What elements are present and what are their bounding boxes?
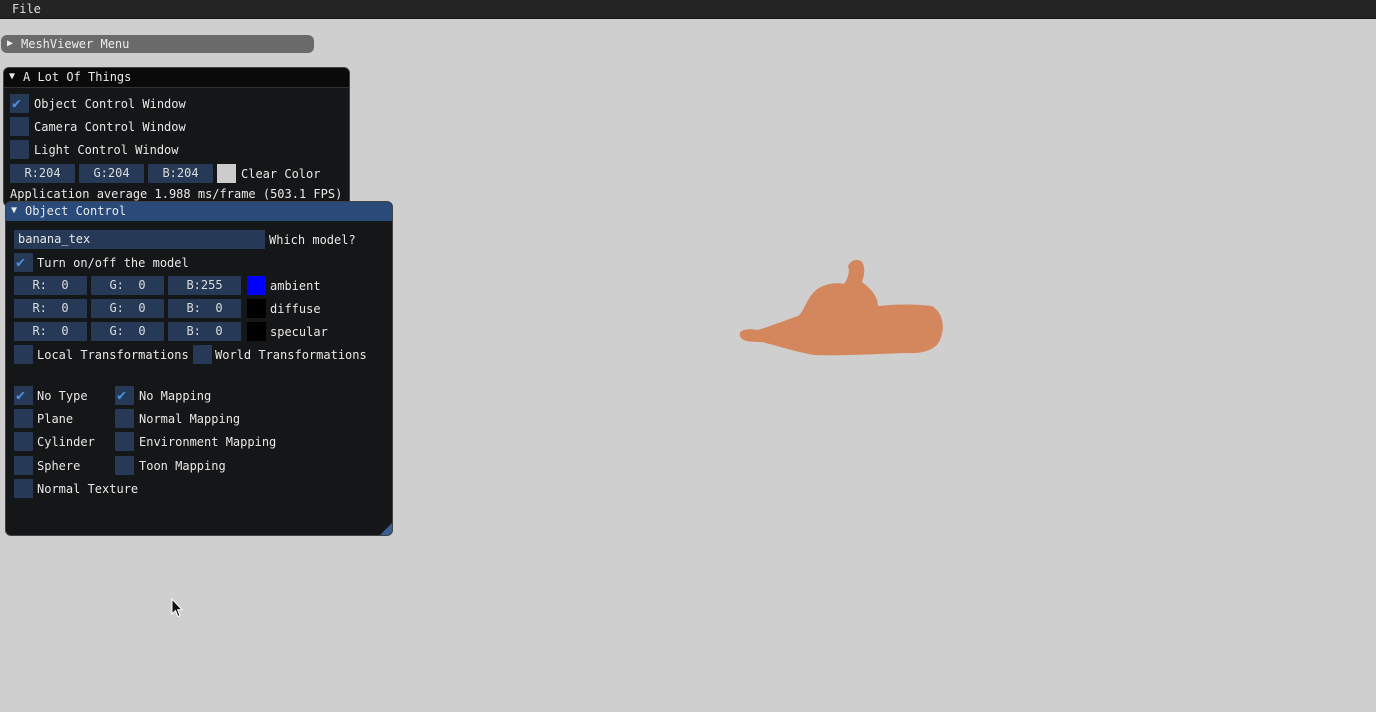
type-normal-texture-checkbox[interactable] — [14, 479, 33, 498]
menu-bar: File — [0, 0, 1376, 19]
ambient-r-field[interactable]: R: 0 — [14, 276, 87, 295]
specular-label: specular — [270, 325, 328, 339]
object-control-window: ▼ Object Control banana_tex Which model?… — [5, 201, 393, 536]
model-toggle-label: Turn on/off the model — [37, 256, 189, 270]
type-sphere-checkbox[interactable] — [14, 456, 33, 475]
file-menu[interactable]: File — [12, 2, 41, 16]
a-lot-of-things-titlebar[interactable]: ▼ A Lot Of Things — [4, 68, 349, 88]
object-control-titlebar[interactable]: ▼ Object Control — [6, 202, 392, 221]
world-transformations-checkbox[interactable] — [193, 345, 212, 364]
diffuse-r-field[interactable]: R: 0 — [14, 299, 87, 318]
ambient-color-swatch[interactable] — [247, 276, 266, 295]
light-control-window-checkbox[interactable] — [10, 140, 29, 159]
ambient-label: ambient — [270, 279, 321, 293]
fps-text: Application average 1.988 ms/frame (503.… — [10, 187, 343, 201]
clear-color-swatch[interactable] — [217, 164, 236, 183]
diffuse-label: diffuse — [270, 302, 321, 316]
mapping-normal-label: Normal Mapping — [139, 412, 241, 426]
mapping-environment-label: Environment Mapping — [139, 435, 277, 449]
collapse-arrow-down-icon[interactable]: ▼ — [11, 205, 17, 216]
banana-model — [739, 259, 943, 356]
clear-color-r-field[interactable]: R:204 — [10, 164, 75, 183]
light-control-window-label: Light Control Window — [34, 143, 179, 157]
camera-control-window-label: Camera Control Window — [34, 120, 186, 134]
type-no-type-label: No Type — [37, 389, 88, 403]
object-control-title: Object Control — [25, 204, 127, 218]
collapse-arrow-down-icon[interactable]: ▼ — [9, 71, 15, 82]
type-plane-label: Plane — [37, 412, 74, 426]
type-plane-checkbox[interactable] — [14, 409, 33, 428]
checkmark-icon: ✔ — [16, 253, 26, 271]
clear-color-g-field[interactable]: G:204 — [79, 164, 144, 183]
checkmark-icon: ✔ — [117, 386, 127, 404]
camera-control-window-checkbox[interactable] — [10, 117, 29, 136]
type-sphere-label: Sphere — [37, 459, 81, 473]
diffuse-b-field[interactable]: B: 0 — [168, 299, 241, 318]
local-transformations-checkbox[interactable] — [14, 345, 33, 364]
specular-g-field[interactable]: G: 0 — [91, 322, 164, 341]
diffuse-color-swatch[interactable] — [247, 299, 266, 318]
type-normal-texture-label: Normal Texture — [37, 482, 139, 496]
type-cylinder-checkbox[interactable] — [14, 432, 33, 451]
clear-color-b-field[interactable]: B:204 — [148, 164, 213, 183]
specular-r-field[interactable]: R: 0 — [14, 322, 87, 341]
resize-grip-icon[interactable] — [380, 523, 392, 535]
specular-color-swatch[interactable] — [247, 322, 266, 341]
collapse-arrow-right-icon: ▶ — [7, 38, 14, 49]
local-transformations-label: Local Transformations — [37, 348, 189, 362]
meshviewer-menu-title: MeshViewer Menu — [21, 37, 130, 51]
checkmark-icon: ✔ — [16, 386, 26, 404]
ambient-g-field[interactable]: G: 0 — [91, 276, 164, 295]
checkmark-icon: ✔ — [12, 94, 22, 112]
clear-color-label: Clear Color — [241, 167, 321, 181]
mapping-toon-checkbox[interactable] — [115, 456, 134, 475]
model-name-input[interactable]: banana_tex — [14, 230, 265, 249]
mapping-toon-label: Toon Mapping — [139, 459, 226, 473]
mapping-environment-checkbox[interactable] — [115, 432, 134, 451]
a-lot-of-things-window: ▼ A Lot Of Things ✔ Object Control Windo… — [3, 67, 350, 207]
type-no-type-checkbox[interactable]: ✔ — [14, 386, 33, 405]
world-transformations-label: World Transformations — [215, 348, 367, 362]
mapping-normal-checkbox[interactable] — [115, 409, 134, 428]
specular-b-field[interactable]: B: 0 — [168, 322, 241, 341]
object-control-window-checkbox[interactable]: ✔ — [10, 94, 29, 113]
ambient-b-field[interactable]: B:255 — [168, 276, 241, 295]
type-cylinder-label: Cylinder — [37, 435, 95, 449]
mapping-no-mapping-label: No Mapping — [139, 389, 212, 403]
model-toggle-checkbox[interactable]: ✔ — [14, 253, 33, 272]
object-control-window-label: Object Control Window — [34, 97, 186, 111]
a-lot-of-things-title: A Lot Of Things — [23, 70, 132, 84]
mapping-no-mapping-checkbox[interactable]: ✔ — [115, 386, 134, 405]
mouse-cursor-icon — [171, 598, 183, 618]
diffuse-g-field[interactable]: G: 0 — [91, 299, 164, 318]
which-model-label: Which model? — [269, 233, 356, 247]
meshviewer-menu-header[interactable]: ▶ MeshViewer Menu — [1, 35, 314, 53]
